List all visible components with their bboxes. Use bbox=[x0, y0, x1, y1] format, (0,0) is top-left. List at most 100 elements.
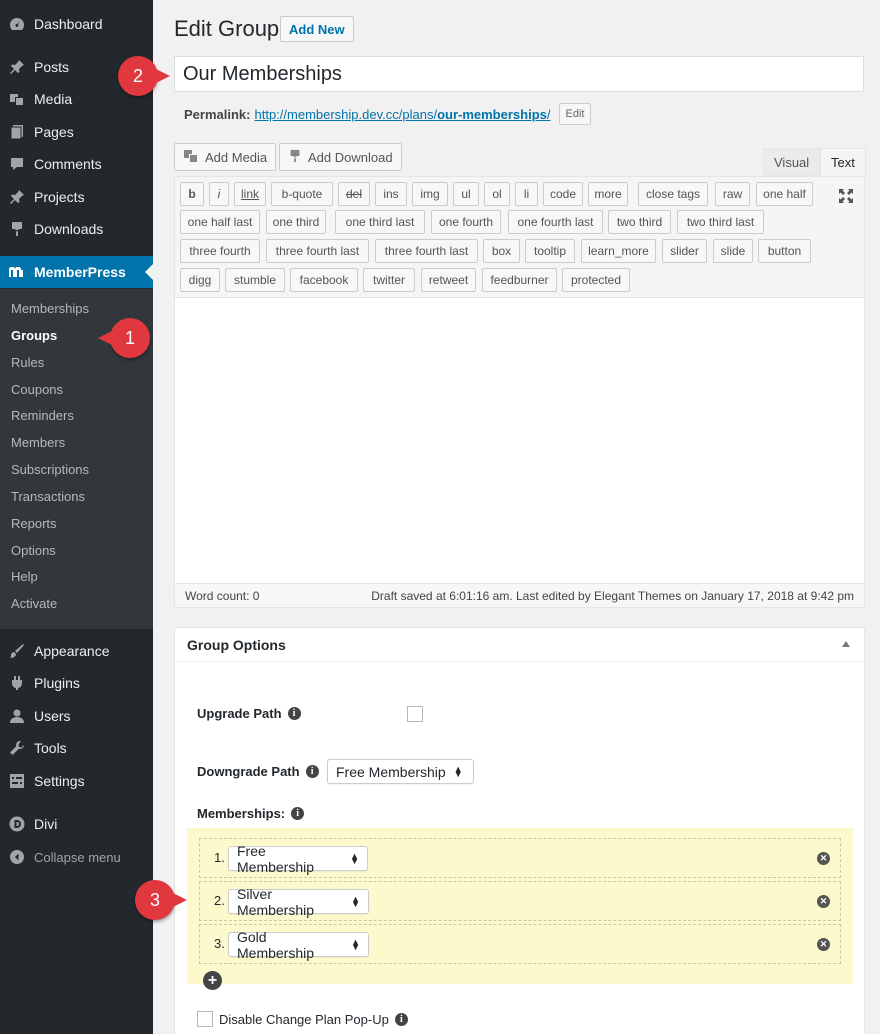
submenu-subscriptions[interactable]: Subscriptions bbox=[11, 462, 89, 477]
qt-one-third-button[interactable]: one third bbox=[266, 210, 326, 234]
membership-select[interactable]: Free Membership ▲ ▼ bbox=[228, 843, 368, 875]
qt-bold-button[interactable]: b bbox=[180, 182, 204, 206]
membership-row[interactable]: 3. Gold Membership ▲ ▼ ✕ bbox=[199, 924, 841, 964]
qt-learn-more-button[interactable]: learn_more bbox=[581, 239, 656, 263]
qt-box-button[interactable]: box bbox=[483, 239, 520, 263]
submenu-reminders[interactable]: Reminders bbox=[11, 408, 74, 423]
collapse-menu[interactable]: Collapse menu bbox=[0, 841, 153, 873]
qt-two-third-last-button[interactable]: two third last bbox=[677, 210, 764, 234]
upgrade-path-checkbox[interactable] bbox=[407, 706, 423, 722]
qt-img-button[interactable]: img bbox=[412, 182, 448, 206]
nav-appearance[interactable]: Appearance bbox=[0, 635, 153, 667]
text-editor[interactable]: b i link b-quote del ins img ul ol li co… bbox=[174, 176, 865, 608]
membership-row[interactable]: 2. Silver Membership ▲ ▼ ✕ bbox=[199, 881, 841, 921]
qt-stumble-button[interactable]: stumble bbox=[225, 268, 285, 292]
qt-two-third-button[interactable]: two third bbox=[608, 210, 671, 234]
downgrade-path-select[interactable]: Free Membership ▲ ▼ bbox=[327, 759, 474, 784]
remove-icon[interactable]: ✕ bbox=[817, 895, 830, 908]
membership-select[interactable]: Gold Membership ▲ ▼ bbox=[228, 929, 369, 961]
submenu-coupons[interactable]: Coupons bbox=[11, 382, 63, 397]
qt-protected-button[interactable]: protected bbox=[562, 268, 630, 292]
add-download-button[interactable]: Add Download bbox=[279, 143, 402, 171]
tab-text[interactable]: Text bbox=[820, 148, 866, 176]
submenu-members[interactable]: Members bbox=[11, 435, 65, 450]
qt-facebook-button[interactable]: facebook bbox=[290, 268, 358, 292]
qt-retweet-button[interactable]: retweet bbox=[421, 268, 476, 292]
qt-del-button[interactable]: del bbox=[338, 182, 370, 206]
nav-dashboard[interactable]: Dashboard bbox=[0, 8, 153, 40]
permalink-edit-button[interactable]: Edit bbox=[558, 103, 592, 125]
add-new-button[interactable]: Add New bbox=[280, 16, 354, 42]
permalink-link[interactable]: http://membership.dev.cc/plans/our-membe… bbox=[254, 107, 550, 122]
qt-one-half-button[interactable]: one half bbox=[756, 182, 813, 206]
add-media-button[interactable]: Add Media bbox=[174, 143, 277, 171]
collapse-toggle-icon[interactable] bbox=[842, 641, 850, 647]
qt-three-fourth-last-button[interactable]: three fourth last bbox=[375, 239, 478, 263]
submenu-help[interactable]: Help bbox=[11, 569, 38, 584]
qt-code-button[interactable]: code bbox=[543, 182, 583, 206]
nav-projects[interactable]: Projects bbox=[0, 181, 153, 213]
qt-ol-button[interactable]: ol bbox=[484, 182, 510, 206]
permalink-row: Permalink: http://membership.dev.cc/plan… bbox=[184, 103, 592, 125]
qt-button-button[interactable]: button bbox=[758, 239, 811, 263]
qt-ul-button[interactable]: ul bbox=[453, 182, 479, 206]
downgrade-path-row: Downgrade Path i bbox=[197, 764, 319, 779]
qt-close-tags-button[interactable]: close tags bbox=[638, 182, 708, 206]
qt-one-third-last-button[interactable]: one third last bbox=[335, 210, 425, 234]
title-input[interactable]: Our Memberships bbox=[174, 56, 864, 92]
submenu-transactions[interactable]: Transactions bbox=[11, 489, 85, 504]
fullscreen-icon[interactable] bbox=[837, 187, 855, 205]
disable-popup-checkbox[interactable] bbox=[197, 1011, 213, 1027]
nav-divi[interactable]: Divi bbox=[0, 808, 153, 840]
submenu-reports[interactable]: Reports bbox=[11, 516, 57, 531]
qt-more-button[interactable]: more bbox=[588, 182, 628, 206]
qt-one-fourth-last-button[interactable]: one fourth last bbox=[508, 210, 603, 234]
qt-slider-button[interactable]: slider bbox=[662, 239, 707, 263]
nav-label: Settings bbox=[34, 773, 85, 789]
membership-select[interactable]: Silver Membership ▲ ▼ bbox=[228, 886, 369, 918]
qt-one-fourth-button[interactable]: one fourth bbox=[431, 210, 501, 234]
qt-li-button[interactable]: li bbox=[515, 182, 538, 206]
submenu-groups[interactable]: Groups bbox=[11, 328, 57, 343]
submenu-rules[interactable]: Rules bbox=[11, 355, 44, 370]
wrench-icon bbox=[0, 740, 34, 756]
qt-raw-button[interactable]: raw bbox=[715, 182, 750, 206]
nav-downloads[interactable]: Downloads bbox=[0, 213, 153, 245]
qt-three-fourth-button[interactable]: three fourth bbox=[180, 239, 260, 263]
qt-link-button[interactable]: link bbox=[234, 182, 266, 206]
remove-icon[interactable]: ✕ bbox=[817, 852, 830, 865]
upgrade-path-label: Upgrade Path bbox=[197, 706, 282, 721]
qt-italic-button[interactable]: i bbox=[209, 182, 229, 206]
submenu-memberships[interactable]: Memberships bbox=[11, 301, 89, 316]
qt-one-half-last-button[interactable]: one half last bbox=[180, 210, 260, 234]
info-icon[interactable]: i bbox=[291, 807, 305, 820]
membership-row[interactable]: 1. Free Membership ▲ ▼ ✕ bbox=[199, 838, 841, 878]
qt-tooltip-button[interactable]: tooltip bbox=[525, 239, 575, 263]
nav-comments[interactable]: Comments bbox=[0, 148, 153, 180]
qt-three-fourth-last-button[interactable]: three fourth last bbox=[266, 239, 369, 263]
submenu-options[interactable]: Options bbox=[11, 543, 56, 558]
nav-users[interactable]: Users bbox=[0, 700, 153, 732]
nav-label: Downloads bbox=[34, 221, 104, 237]
nav-pages[interactable]: Pages bbox=[0, 116, 153, 148]
add-membership-icon[interactable]: + bbox=[203, 971, 222, 990]
info-icon[interactable]: i bbox=[394, 1013, 408, 1026]
nav-settings[interactable]: Settings bbox=[0, 765, 153, 797]
qt-feedburner-button[interactable]: feedburner bbox=[482, 268, 557, 292]
remove-icon[interactable]: ✕ bbox=[817, 938, 830, 951]
qt-slide-button[interactable]: slide bbox=[713, 239, 753, 263]
info-icon[interactable]: i bbox=[305, 765, 319, 778]
upgrade-path-row: Upgrade Path i bbox=[197, 706, 301, 721]
submenu-activate[interactable]: Activate bbox=[11, 596, 57, 611]
qt-digg-button[interactable]: digg bbox=[180, 268, 220, 292]
qt-twitter-button[interactable]: twitter bbox=[363, 268, 415, 292]
tab-visual[interactable]: Visual bbox=[763, 148, 821, 176]
nav-tools[interactable]: Tools bbox=[0, 732, 153, 764]
qt-bquote-button[interactable]: b-quote bbox=[271, 182, 333, 206]
qt-ins-button[interactable]: ins bbox=[375, 182, 407, 206]
group-options-header[interactable]: Group Options bbox=[175, 628, 864, 662]
nav-memberpress[interactable]: MemberPress bbox=[0, 256, 153, 288]
info-icon[interactable]: i bbox=[287, 707, 301, 720]
nav-plugins[interactable]: Plugins bbox=[0, 667, 153, 699]
nav-label: Media bbox=[34, 91, 73, 107]
